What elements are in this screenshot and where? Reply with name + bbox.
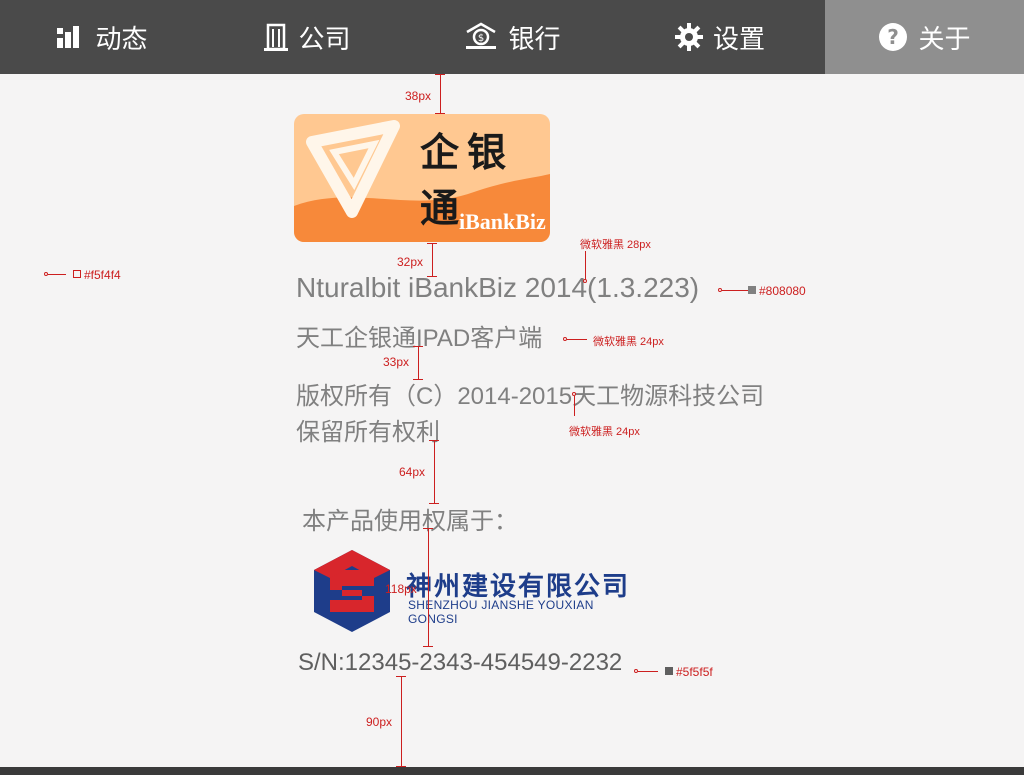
measure-cap [427, 243, 437, 244]
gear-icon [674, 23, 703, 51]
measure-cap [435, 74, 445, 75]
gap-label: 33px [383, 355, 410, 369]
color-label: #5f5f5f [676, 665, 713, 679]
measure-cap [413, 379, 423, 380]
tab-label: 公司 [298, 24, 351, 55]
measure-cap [429, 503, 439, 504]
gap-label: 90px [366, 715, 393, 729]
app-name-text: 天工企银通IPAD客户端 [296, 325, 543, 352]
tab-company[interactable]: 公司 [205, 0, 410, 74]
leader-line [567, 339, 587, 340]
tab-label: 设置 [712, 24, 765, 55]
leader-line [574, 396, 575, 416]
measure-cap [435, 113, 445, 114]
tab-label: 关于 [918, 24, 971, 55]
version-text: Nturalbit iBankBiz 2014(1.3.223) [296, 272, 700, 303]
gap-label: 38px [405, 89, 432, 103]
color-label: #808080 [759, 284, 806, 298]
measure-cap [396, 676, 406, 677]
font-label: 微软雅黑 24px [593, 336, 664, 348]
tab-about[interactable]: ? 关于 [825, 0, 1024, 74]
color-label: #f5f4f4 [84, 268, 121, 282]
bottom-bar [0, 767, 1024, 775]
color-swatch [665, 667, 673, 675]
color-swatch [748, 286, 756, 294]
copyright-text: 版权所有（C）2014-2015天工物源科技公司 [296, 383, 765, 410]
measure-cap [427, 276, 437, 277]
leader-line [722, 290, 748, 291]
tab-bank[interactable]: $ 银行 [410, 0, 615, 74]
serial-number: S/N:12345-2343-454549-2232 [298, 649, 623, 676]
leader-line [585, 251, 586, 281]
tab-label: 银行 [508, 24, 561, 55]
measure-line [401, 676, 402, 767]
leader-dot [583, 279, 587, 283]
measure-cap [423, 646, 433, 647]
svg-text:$: $ [478, 33, 484, 44]
tab-dynamics[interactable]: 动态 [0, 0, 205, 74]
gap-label: 118px [385, 582, 417, 596]
measure-line [428, 528, 429, 647]
measure-line [434, 440, 435, 504]
measure-line [440, 74, 441, 114]
bank-icon: $ [464, 22, 498, 52]
tab-settings[interactable]: 设置 [615, 0, 825, 74]
font-label: 微软雅黑 24px [569, 426, 640, 438]
measure-cap [429, 440, 439, 441]
svg-text:?: ? [888, 25, 900, 49]
company-logo: 神州建设有限公司 SHENZHOU JIANSHE YOUXIAN GONGSI [312, 548, 642, 638]
tab-label: 动态 [95, 24, 148, 55]
building-icon [264, 23, 289, 51]
gap-label: 64px [399, 465, 426, 479]
measure-cap [413, 346, 423, 347]
leader-line [638, 671, 658, 672]
gap-label: 32px [397, 255, 424, 269]
top-nav-bar: 动态 公司 $ 银行 设置 ? 关于 [0, 0, 1024, 74]
measure-line [432, 243, 433, 277]
rights-text: 保留所有权利 [296, 419, 440, 446]
app-logo: 企银通 iBankBiz [294, 114, 550, 242]
owner-label: 本产品使用权属于： [302, 508, 518, 535]
color-swatch [73, 270, 81, 278]
company-pinyin: SHENZHOU JIANSHE YOUXIAN GONGSI [408, 598, 594, 626]
measure-line [418, 346, 419, 380]
measure-cap [423, 528, 433, 529]
leader-line [48, 274, 66, 275]
bar-chart-icon [57, 24, 85, 50]
logo-brand: iBankBiz [459, 209, 546, 234]
help-icon: ? [878, 22, 908, 52]
font-label: 微软雅黑 28px [580, 239, 651, 251]
